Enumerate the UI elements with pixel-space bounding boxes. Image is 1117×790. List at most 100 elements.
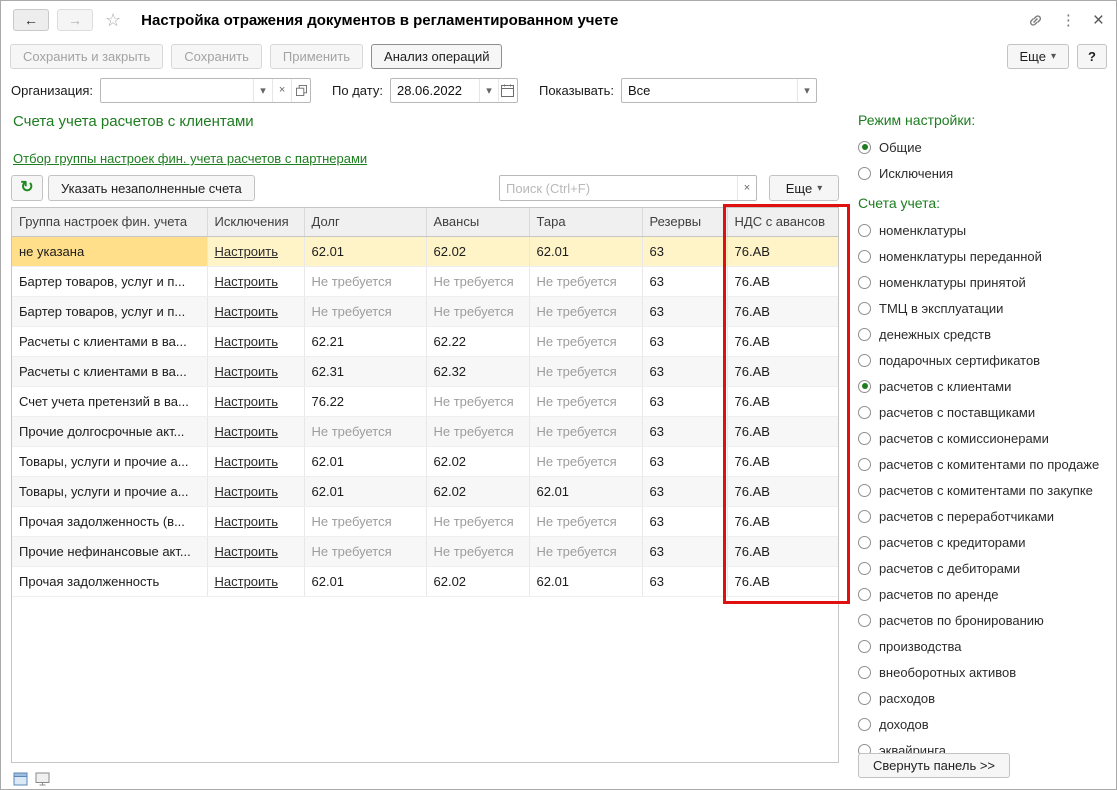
cell-group[interactable]: Счет учета претензий в ва... bbox=[12, 386, 207, 416]
configure-link[interactable]: Настроить bbox=[215, 304, 279, 319]
apply-button[interactable]: Применить bbox=[270, 44, 363, 69]
back-button[interactable]: ← bbox=[13, 9, 49, 31]
cell-advances[interactable]: Не требуется bbox=[426, 506, 529, 536]
chevron-down-icon[interactable]: ▾ bbox=[479, 79, 498, 102]
cell-debt[interactable]: Не требуется bbox=[304, 506, 426, 536]
close-icon[interactable]: × bbox=[1093, 11, 1104, 30]
cell-vat[interactable]: 76.АВ bbox=[727, 536, 839, 566]
cell-tare[interactable]: Не требуется bbox=[529, 416, 642, 446]
table-more-button[interactable]: Еще ▾ bbox=[769, 175, 839, 201]
cell-vat[interactable]: 76.АВ bbox=[727, 236, 839, 266]
cell-group[interactable]: Прочая задолженность bbox=[12, 566, 207, 596]
cell-advances[interactable]: Не требуется bbox=[426, 266, 529, 296]
cell-advances[interactable]: Не требуется bbox=[426, 386, 529, 416]
window-icon[interactable] bbox=[13, 772, 28, 786]
cell-tare[interactable]: Не требуется bbox=[529, 536, 642, 566]
chevron-down-icon[interactable]: ▾ bbox=[797, 79, 816, 102]
radio-option[interactable]: расчетов по аренде bbox=[853, 581, 1113, 607]
cell-debt[interactable]: 62.21 bbox=[304, 326, 426, 356]
column-header-exceptions[interactable]: Исключения bbox=[207, 208, 304, 236]
radio-option[interactable]: расходов bbox=[853, 685, 1113, 711]
cell-reserves[interactable]: 63 bbox=[642, 506, 727, 536]
radio-option[interactable]: расчетов с переработчиками bbox=[853, 503, 1113, 529]
radio-option[interactable]: расчетов с комитентами по продаже bbox=[853, 451, 1113, 477]
cell-group[interactable]: Бартер товаров, услуг и п... bbox=[12, 266, 207, 296]
table-row[interactable]: Прочая задолженностьНастроить62.0162.026… bbox=[12, 566, 839, 596]
radio-option[interactable]: расчетов по бронированию bbox=[853, 607, 1113, 633]
radio-option[interactable]: Исключения bbox=[853, 160, 1113, 186]
refresh-button[interactable]: ↻ bbox=[11, 175, 43, 201]
configure-link[interactable]: Настроить bbox=[215, 514, 279, 529]
radio-option[interactable]: подарочных сертификатов bbox=[853, 347, 1113, 373]
radio-option[interactable]: расчетов с комитентами по закупке bbox=[853, 477, 1113, 503]
table-row[interactable]: Бартер товаров, услуг и п...НастроитьНе … bbox=[12, 296, 839, 326]
cell-vat[interactable]: 76.АВ bbox=[727, 356, 839, 386]
cell-tare[interactable]: Не требуется bbox=[529, 506, 642, 536]
cell-advances[interactable]: 62.32 bbox=[426, 356, 529, 386]
save-button[interactable]: Сохранить bbox=[171, 44, 262, 69]
cell-reserves[interactable]: 63 bbox=[642, 326, 727, 356]
table-row[interactable]: Товары, услуги и прочие а...Настроить62.… bbox=[12, 476, 839, 506]
column-header-vat[interactable]: НДС с авансов bbox=[727, 208, 839, 236]
cell-debt[interactable]: 62.01 bbox=[304, 446, 426, 476]
cell-advances[interactable]: 62.02 bbox=[426, 476, 529, 506]
cell-debt[interactable]: Не требуется bbox=[304, 266, 426, 296]
cell-tare[interactable]: 62.01 bbox=[529, 476, 642, 506]
cell-debt[interactable]: Не требуется bbox=[304, 416, 426, 446]
radio-option[interactable]: расчетов с клиентами bbox=[853, 373, 1113, 399]
cell-debt[interactable]: 76.22 bbox=[304, 386, 426, 416]
search-input[interactable] bbox=[500, 176, 737, 200]
cell-tare[interactable]: Не требуется bbox=[529, 326, 642, 356]
cell-debt[interactable]: Не требуется bbox=[304, 296, 426, 326]
cell-vat[interactable]: 76.АВ bbox=[727, 266, 839, 296]
more-button[interactable]: Еще ▾ bbox=[1007, 44, 1069, 69]
cell-exceptions[interactable]: Настроить bbox=[207, 536, 304, 566]
cell-reserves[interactable]: 63 bbox=[642, 416, 727, 446]
cell-exceptions[interactable]: Настроить bbox=[207, 296, 304, 326]
cell-reserves[interactable]: 63 bbox=[642, 266, 727, 296]
table-row[interactable]: Прочие долгосрочные акт...НастроитьНе тр… bbox=[12, 416, 839, 446]
column-header-advances[interactable]: Авансы bbox=[426, 208, 529, 236]
cell-debt[interactable]: Не требуется bbox=[304, 536, 426, 566]
table-row[interactable]: Расчеты с клиентами в ва...Настроить62.3… bbox=[12, 356, 839, 386]
radio-option[interactable]: денежных средств bbox=[853, 321, 1113, 347]
table-row[interactable]: не указанаНастроить62.0162.0262.016376.А… bbox=[12, 236, 839, 266]
table-row[interactable]: Товары, услуги и прочие а... Настроить 62.… bbox=[12, 446, 839, 476]
radio-option[interactable]: расчетов с дебиторами bbox=[853, 555, 1113, 581]
cell-debt[interactable]: 62.01 bbox=[304, 566, 426, 596]
cell-tare[interactable]: 62.01 bbox=[529, 236, 642, 266]
table-row[interactable]: Прочие нефинансовые акт...НастроитьНе тр… bbox=[12, 536, 839, 566]
configure-link[interactable]: Настроить bbox=[215, 454, 279, 469]
cell-exceptions[interactable]: Настроить bbox=[207, 356, 304, 386]
cell-exceptions[interactable]: Настроить bbox=[207, 266, 304, 296]
cell-tare[interactable]: Не требуется bbox=[529, 446, 642, 476]
cell-advances[interactable]: 62.02 bbox=[426, 446, 529, 476]
configure-link[interactable]: Настроить bbox=[215, 244, 279, 259]
fill-empty-accounts-button[interactable]: Указать незаполненные счета bbox=[48, 175, 255, 201]
cell-debt[interactable]: 62.31 bbox=[304, 356, 426, 386]
help-button[interactable]: ? bbox=[1077, 44, 1107, 69]
cell-reserves[interactable]: 63 bbox=[642, 356, 727, 386]
get-link-icon[interactable] bbox=[1027, 12, 1044, 29]
cell-debt[interactable]: 62.01 bbox=[304, 236, 426, 266]
table-row[interactable]: Прочая задолженность (в... Настроить Не тр… bbox=[12, 506, 839, 536]
cell-reserves[interactable]: 63 bbox=[642, 476, 727, 506]
cell-reserves[interactable]: 63 bbox=[642, 566, 727, 596]
monitor-icon[interactable] bbox=[35, 772, 50, 786]
column-header-group[interactable]: Группа настроек фин. учета bbox=[12, 208, 207, 236]
clear-icon[interactable]: × bbox=[737, 176, 756, 200]
radio-option[interactable]: Общие bbox=[853, 134, 1113, 160]
cell-exceptions[interactable]: Настроить bbox=[207, 566, 304, 596]
save-and-close-button[interactable]: Сохранить и закрыть bbox=[10, 44, 163, 69]
cell-group[interactable]: Прочая задолженность (в... bbox=[12, 506, 207, 536]
collapse-panel-button[interactable]: Свернуть панель >> bbox=[858, 753, 1010, 778]
cell-reserves[interactable]: 63 bbox=[642, 386, 727, 416]
cell-vat[interactable]: 76.АВ bbox=[727, 476, 839, 506]
cell-group[interactable]: Товары, услуги и прочие а... bbox=[12, 446, 207, 476]
radio-option[interactable]: номенклатуры принятой bbox=[853, 269, 1113, 295]
cell-group[interactable]: Расчеты с клиентами в ва... bbox=[12, 326, 207, 356]
kebab-menu-icon[interactable]: ⋮ bbox=[1061, 13, 1076, 28]
cell-tare[interactable]: Не требуется bbox=[529, 266, 642, 296]
cell-vat[interactable]: 76.АВ bbox=[727, 386, 839, 416]
cell-advances[interactable]: 62.22 bbox=[426, 326, 529, 356]
